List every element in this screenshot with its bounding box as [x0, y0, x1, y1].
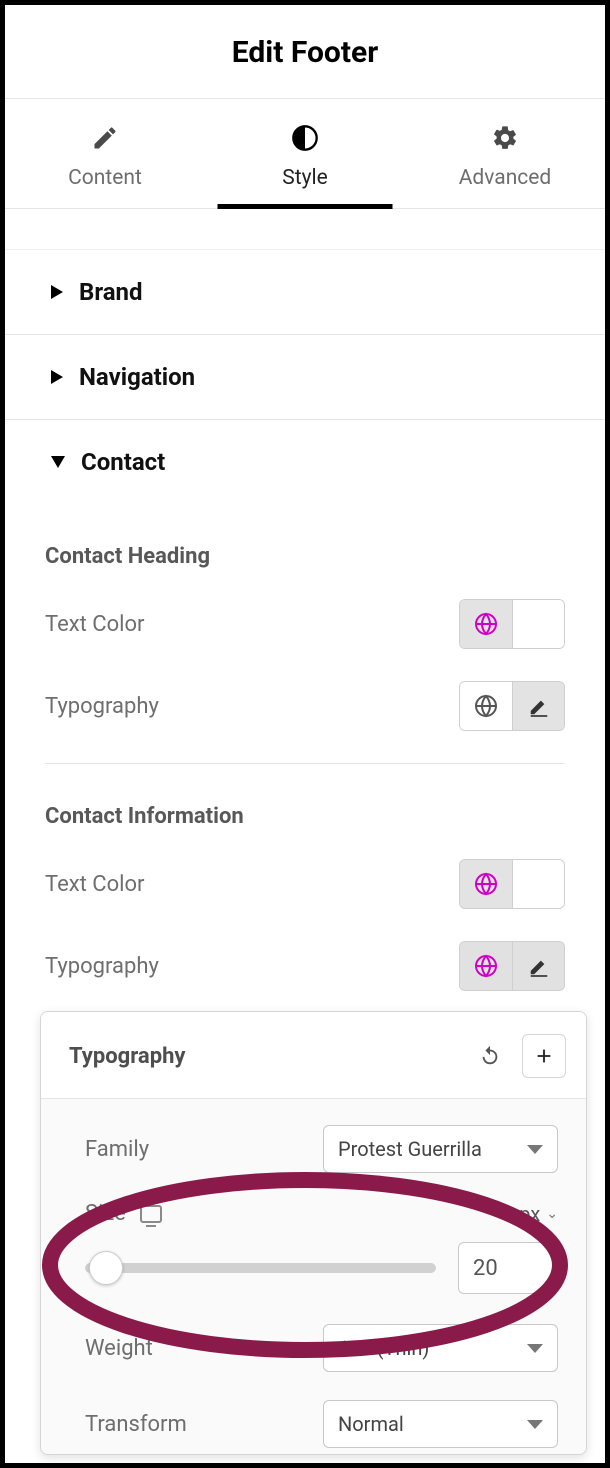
tab-content[interactable]: Content [5, 99, 205, 208]
popover-actions [468, 1034, 566, 1078]
section-toggle-contact[interactable]: Contact [5, 420, 605, 504]
chevron-down-icon [527, 1344, 543, 1353]
chevron-down-icon [527, 1420, 543, 1429]
global-color-toggle[interactable] [460, 860, 512, 908]
section-title: Brand [79, 278, 143, 306]
typography-label: Typography [45, 954, 159, 979]
add-button[interactable] [522, 1034, 566, 1078]
unit-value: px [519, 1202, 540, 1226]
section-toggle-brand[interactable]: Brand [5, 249, 605, 335]
desktop-icon[interactable] [140, 1205, 162, 1223]
control-row-typography-info: Typography [45, 941, 565, 991]
family-label: Family [85, 1137, 149, 1162]
control-row-text-color: Text Color [45, 599, 565, 649]
size-row-header: Size px ⌄ [85, 1201, 558, 1226]
pencil-icon [528, 695, 550, 717]
family-dropdown[interactable]: Protest Guerrilla [323, 1125, 558, 1173]
popover-header: Typography [41, 1012, 586, 1099]
control-row-text-color-info: Text Color [45, 859, 565, 909]
weight-value: 100 (Thin) [338, 1336, 429, 1360]
section-title: Navigation [79, 363, 195, 391]
gear-icon [491, 124, 519, 152]
caret-right-icon [51, 370, 63, 384]
color-control[interactable] [459, 859, 565, 909]
weight-label: Weight [85, 1336, 153, 1361]
text-color-label: Text Color [45, 612, 145, 637]
section-title: Contact [81, 448, 165, 476]
undo-icon [479, 1045, 501, 1067]
contact-info-subhead: Contact Information [45, 804, 565, 829]
typography-label: Typography [45, 694, 159, 719]
control-row-typography: Typography [45, 681, 565, 731]
plus-icon [533, 1045, 555, 1067]
global-color-toggle[interactable] [460, 600, 512, 648]
reset-button[interactable] [468, 1034, 512, 1078]
transform-value: Normal [338, 1412, 404, 1436]
caret-right-icon [51, 285, 63, 299]
color-control[interactable] [459, 599, 565, 649]
globe-icon [474, 872, 498, 896]
pencil-icon [91, 124, 119, 152]
chevron-down-icon: ⌄ [546, 1206, 558, 1222]
half-circle-icon [291, 124, 319, 152]
tab-label: Style [282, 166, 328, 190]
popover-title: Typography [69, 1044, 185, 1069]
transform-dropdown[interactable]: Normal [323, 1400, 558, 1448]
popover-body: Family Protest Guerrilla Size px ⌄ 20 We… [41, 1099, 586, 1455]
globe-icon [474, 694, 498, 718]
global-typography-toggle[interactable] [460, 942, 512, 990]
page-title: Edit Footer [5, 35, 605, 70]
edit-typography-button[interactable] [512, 682, 564, 730]
tab-label: Advanced [459, 166, 552, 190]
size-slider-row: 20 [85, 1242, 558, 1294]
divider [45, 763, 565, 764]
unit-selector[interactable]: px ⌄ [519, 1202, 558, 1226]
typography-control[interactable] [459, 681, 565, 731]
globe-icon [474, 612, 498, 636]
text-color-label: Text Color [45, 872, 145, 897]
size-slider[interactable] [85, 1263, 436, 1273]
weight-dropdown[interactable]: 100 (Thin) [323, 1324, 558, 1372]
contact-heading-subhead: Contact Heading [45, 544, 565, 569]
size-label: Size [85, 1201, 126, 1226]
color-swatch[interactable] [512, 600, 564, 648]
family-row: Family Protest Guerrilla [85, 1125, 558, 1173]
typography-control[interactable] [459, 941, 565, 991]
tabs: Content Style Advanced [5, 99, 605, 209]
panel-header: Edit Footer [5, 5, 605, 99]
tab-label: Content [68, 166, 142, 190]
chevron-down-icon [527, 1145, 543, 1154]
global-typography-toggle[interactable] [460, 682, 512, 730]
size-input[interactable]: 20 [458, 1242, 558, 1294]
contact-panel: Contact Heading Text Color Typography Co… [5, 544, 605, 991]
section-toggle-navigation[interactable]: Navigation [5, 335, 605, 420]
family-value: Protest Guerrilla [338, 1137, 482, 1161]
tab-advanced[interactable]: Advanced [405, 99, 605, 208]
pencil-icon [528, 955, 550, 977]
typography-popover: Typography Family Protest Guerrilla Size… [40, 1011, 587, 1455]
edit-typography-button[interactable] [512, 942, 564, 990]
transform-row: Transform Normal [85, 1400, 558, 1448]
globe-icon [474, 954, 498, 978]
size-value: 20 [473, 1256, 498, 1281]
tab-style[interactable]: Style [205, 99, 405, 208]
weight-row: Weight 100 (Thin) [85, 1324, 558, 1372]
caret-down-icon [51, 456, 65, 468]
slider-thumb[interactable] [89, 1251, 123, 1285]
color-swatch[interactable] [512, 860, 564, 908]
transform-label: Transform [85, 1412, 187, 1437]
